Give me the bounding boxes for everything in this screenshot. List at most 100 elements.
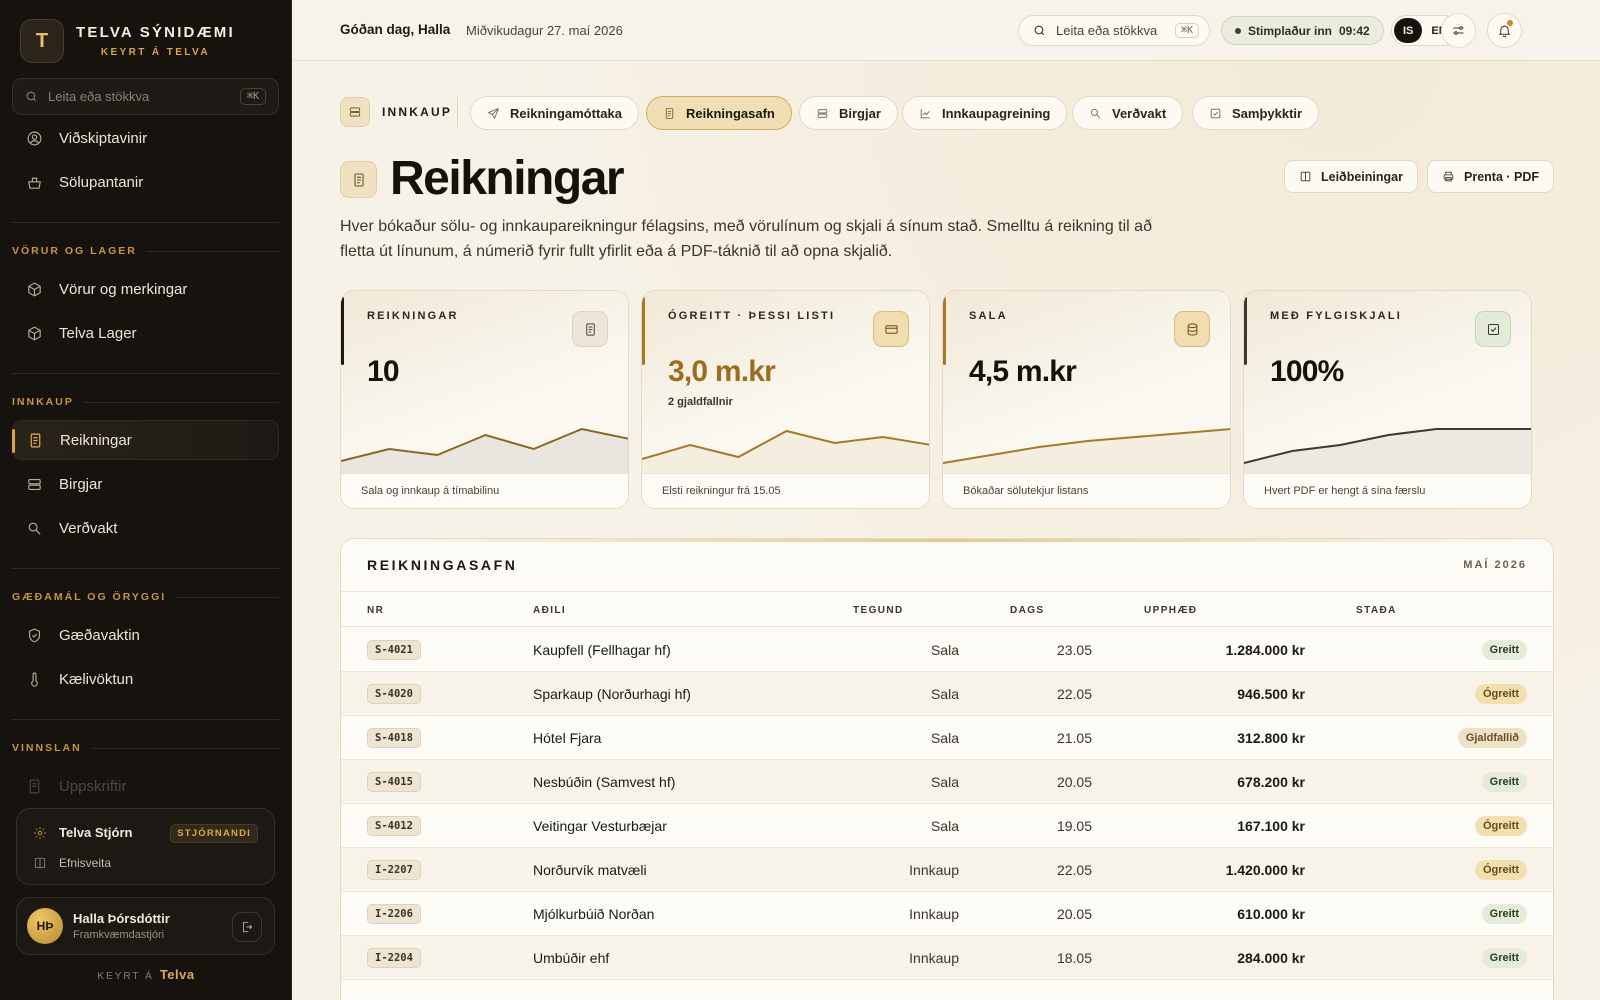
- search-price-icon: [28, 522, 41, 535]
- search-icon: [26, 91, 37, 102]
- column-header-status[interactable]: STAÐA: [1356, 605, 1397, 616]
- sidebar-item-label: Vörur og merkingar: [59, 280, 188, 298]
- sidebar-item-label: Birgjar: [59, 475, 103, 493]
- table-row[interactable]: I-2206 Mjólkurbúið Norðan Innkaup 20.05 610.…: [341, 892, 1553, 936]
- invoice-number-link[interactable]: S-4015: [367, 772, 421, 792]
- amount-cell: 284.000 kr: [1237, 950, 1305, 966]
- column-header-type[interactable]: TEGUND: [853, 605, 904, 616]
- guide-button[interactable]: Leiðbeiningar: [1284, 160, 1418, 193]
- tab-invoice-archive[interactable]: Reikningasafn: [646, 96, 792, 130]
- user-circle-icon: [27, 131, 42, 145]
- sidebar-item-customers[interactable]: Viðskiptavinir: [12, 118, 279, 158]
- sidebar-divider: [12, 373, 279, 374]
- date-cell: 20.05: [1056, 774, 1092, 790]
- kpi-sparkline: [642, 429, 929, 473]
- sidebar-item-cold-monitoring[interactable]: Kælivöktun: [12, 659, 279, 699]
- database-icon: [1187, 322, 1197, 336]
- clock-in-status[interactable]: Stimplaður inn 09:42: [1221, 16, 1384, 45]
- party-cell: Mjólkurbúið Norðan: [533, 906, 655, 922]
- card-icon: [884, 324, 898, 334]
- user-profile[interactable]: HÞ Halla Þórsdóttir Framkvæmdastjóri: [16, 897, 275, 955]
- topbar: Góðan dag, Halla Miðvikudagur 27. maí 20…: [292, 0, 1600, 61]
- sidebar-item-warehouse[interactable]: Telva Lager: [12, 313, 279, 353]
- table-row[interactable]: S-4012 Veitingar Vesturbæjar Sala 19.05 167.…: [341, 804, 1553, 848]
- table-row[interactable]: S-4018 Hótel Fjara Sala 21.05 312.800 kr Gjal…: [341, 716, 1553, 760]
- brand[interactable]: T TELVA SÝNIDÆMI KEYRT Á TELVA: [20, 19, 235, 63]
- kpi-footer: Hvert PDF er hengt á sína færslu: [1244, 473, 1531, 508]
- invoice-number-link[interactable]: I-2207: [367, 860, 421, 880]
- invoice-number-link[interactable]: S-4020: [367, 684, 421, 704]
- table-row[interactable]: S-4020 Sparkaup (Norðurhagi hf) Sala 22.05 9…: [341, 672, 1553, 716]
- settings-button[interactable]: [1441, 13, 1476, 48]
- kpi-card-invoices[interactable]: REIKNINGAR 10 Sala og innkaup á tímabili…: [340, 290, 629, 509]
- type-cell: Sala: [930, 730, 959, 746]
- tab-suppliers[interactable]: Birgjar: [799, 96, 898, 130]
- clock-in-time: 09:42: [1339, 23, 1370, 38]
- page-title: Reikningar: [390, 152, 625, 205]
- table-row[interactable]: S-4021 Kaupfell (Fellhagar hf) Sala 23.05 1.…: [341, 628, 1553, 672]
- column-header-amount[interactable]: UPPHÆÐ: [1144, 605, 1197, 616]
- kpi-accent-bar: [642, 297, 645, 365]
- language-is[interactable]: IS: [1394, 18, 1423, 43]
- column-header-nr[interactable]: NR: [367, 605, 384, 616]
- admin-console-link[interactable]: Telva Stjórn: [33, 825, 132, 840]
- suppliers-icon: [28, 478, 41, 490]
- sidebar-item-invoices[interactable]: Reikningar: [12, 420, 279, 460]
- sidebar-divider: [12, 719, 279, 720]
- invoice-number-link[interactable]: S-4018: [367, 728, 421, 748]
- sidebar-item-quality-watch[interactable]: Gæðavaktin: [12, 615, 279, 655]
- sidebar-item-label: Telva Lager: [59, 324, 137, 342]
- kpi-accent-bar: [943, 297, 946, 365]
- sidebar-item-products[interactable]: Vörur og merkingar: [12, 269, 279, 309]
- invoice-number-link[interactable]: S-4012: [367, 816, 421, 836]
- kpi-card-sales[interactable]: SALA 4,5 m.kr Bókaðar sölutekjur listans: [942, 290, 1231, 509]
- tab-price-watch[interactable]: Verðvakt: [1072, 96, 1184, 130]
- greeting: Góðan dag, Halla: [340, 22, 451, 37]
- table-row[interactable]: I-2204 Umbúðir ehf Innkaup 18.05 284.000 kr G…: [341, 936, 1553, 980]
- kpi-card-unpaid[interactable]: ÓGREITT · ÞESSI LISTI 3,0 m.kr 2 gjaldfa…: [641, 290, 930, 509]
- sidebar-item-price-watch[interactable]: Verðvakt: [12, 508, 279, 548]
- print-pdf-label: Prenta · PDF: [1464, 169, 1540, 184]
- suppliers-icon: [817, 108, 828, 118]
- sidebar-item-suppliers[interactable]: Birgjar: [12, 464, 279, 504]
- invoice-number-link[interactable]: I-2206: [367, 904, 421, 924]
- sliders-icon: [1453, 26, 1464, 35]
- sidebar-item-sales-orders[interactable]: Sölupantanir: [12, 162, 279, 202]
- tab-approvals[interactable]: Samþykktir: [1192, 96, 1320, 130]
- brand-subtitle: KEYRT Á TELVA: [100, 47, 211, 58]
- logout-button[interactable]: [232, 912, 262, 942]
- invoice-number-link[interactable]: I-2204: [367, 948, 421, 968]
- admin-console-label: Telva Stjórn: [59, 825, 133, 840]
- invoice-number-link[interactable]: S-4021: [367, 640, 421, 660]
- party-cell: Nesbúðin (Samvest hf): [533, 774, 676, 790]
- party-cell: Kaupfell (Fellhagar hf): [533, 642, 671, 658]
- date-cell: 19.05: [1056, 818, 1092, 834]
- tab-label: Reikningasafn: [686, 105, 775, 121]
- sidebar-item-recipes[interactable]: Uppskriftir: [12, 766, 279, 806]
- column-header-date[interactable]: DAGS: [1010, 605, 1045, 616]
- tab-label: Birgjar: [839, 105, 881, 121]
- table-row[interactable]: S-4015 Nesbúðin (Samvest hf) Sala 20.05 678.…: [341, 760, 1553, 804]
- table-row[interactable]: I-2207 Norðurvík matvæli Innkaup 22.05 1.420…: [341, 848, 1553, 892]
- tab-invoice-intake[interactable]: Reikningamóttaka: [470, 96, 639, 130]
- sidebar-item-label: Viðskiptavinir: [59, 129, 148, 147]
- notifications-button[interactable]: [1487, 13, 1522, 48]
- kpi-card-attachments[interactable]: MEÐ FYLGISKJALI 100% Hvert PDF er hengt …: [1243, 290, 1532, 509]
- amount-cell: 1.284.000 kr: [1225, 642, 1305, 658]
- kpi-sub: 2 gjaldfallnir: [668, 396, 733, 408]
- type-cell: Sala: [930, 774, 959, 790]
- content-source-link[interactable]: Efnisveita: [33, 856, 111, 870]
- basket-icon: [28, 177, 41, 189]
- print-pdf-button[interactable]: Prenta · PDF: [1427, 160, 1555, 193]
- global-search-input[interactable]: Leita eða stökkva ⌘K: [1018, 15, 1210, 46]
- tab-purchase-analysis[interactable]: Innkaupagreining: [902, 96, 1068, 130]
- kpi-value: 3,0 m.kr: [668, 355, 776, 388]
- kpi-value: 10: [367, 355, 400, 388]
- sidebar-search-input[interactable]: Leita eða stökkva ⌘K: [12, 78, 279, 115]
- powered-by: KEYRT Á Telva: [0, 967, 291, 982]
- column-header-party[interactable]: AÐILI: [533, 605, 566, 616]
- amount-cell: 1.420.000 kr: [1225, 862, 1305, 878]
- kpi-icon-box: [572, 311, 608, 347]
- clock-in-label: Stimplaður inn: [1248, 23, 1332, 38]
- status-badge: Ógreitt: [1474, 860, 1527, 880]
